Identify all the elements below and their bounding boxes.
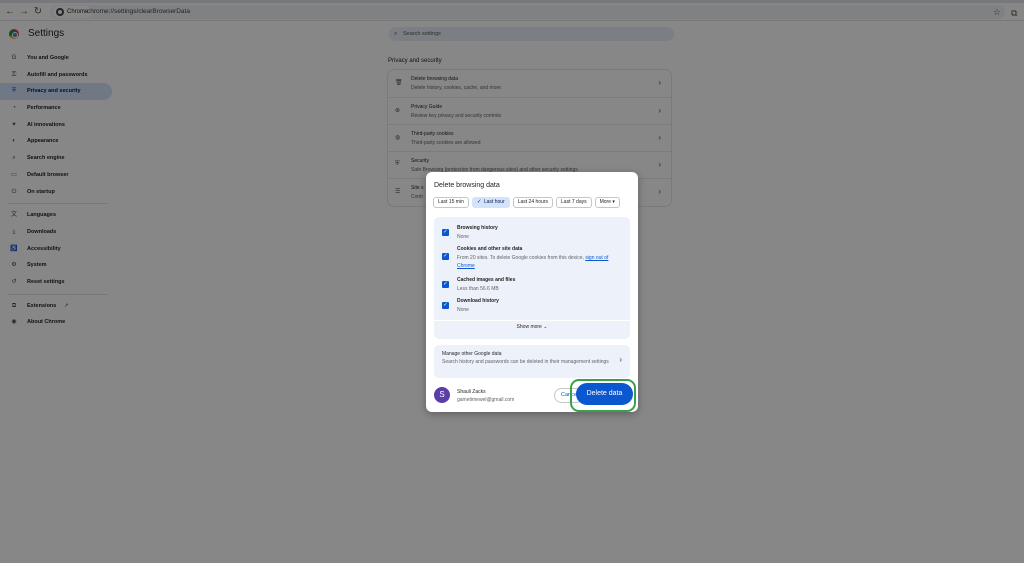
chevron-down-icon: ⌄ (543, 324, 548, 330)
chip-last-15-min[interactable]: Last 15 min (433, 197, 469, 208)
option-detail: None (457, 234, 469, 240)
checkbox-cookies[interactable]: ✓ (442, 253, 449, 260)
checkbox-download-history[interactable]: ✓ (442, 302, 449, 309)
bottom-strip (0, 563, 1024, 576)
time-range-chips: Last 15 min ✓ Last hour Last 24 hours La… (433, 197, 620, 208)
user-email: gametimewel@gmail.com (457, 397, 515, 403)
options-divider (434, 320, 630, 321)
chevron-right-icon: › (619, 355, 622, 364)
option-detail-text: From 20 sites. To delete Google cookies … (457, 255, 584, 261)
check-icon: ✓ (476, 199, 482, 205)
option-title: Browsing history (457, 225, 498, 231)
chip-last-hour[interactable]: ✓ Last hour (471, 197, 510, 208)
dialog-title: Delete browsing data (434, 182, 500, 189)
chip-last-24-hours[interactable]: Last 24 hours (512, 197, 554, 208)
data-type-options: ✓ Browsing history None ✓ Cookies and ot… (434, 217, 630, 339)
chip-label: More (599, 199, 612, 205)
delete-data-button[interactable]: Delete data (576, 383, 633, 405)
checkbox-browsing-history[interactable]: ✓ (442, 229, 449, 236)
avatar: S (434, 387, 450, 403)
option-detail: None (457, 307, 469, 313)
checkbox-cached-images[interactable]: ✓ (442, 281, 449, 288)
chip-more[interactable]: More ▾ (594, 197, 620, 208)
chip-last-7-days[interactable]: Last 7 days (556, 197, 592, 208)
show-more-button[interactable]: Show more ⌄ (434, 324, 630, 330)
manage-title: Manage other Google data (442, 351, 502, 357)
delete-browsing-data-dialog: Delete browsing data Last 15 min ✓ Last … (426, 172, 638, 412)
manage-google-data-row[interactable]: Manage other Google data Search history … (434, 345, 630, 378)
option-detail: From 20 sites. To delete Google cookies … (457, 255, 625, 270)
option-title: Cached images and files (457, 277, 516, 283)
option-detail: Less than 56.6 MB (457, 286, 499, 292)
option-title: Download history (457, 298, 499, 304)
user-name: Shauli Zacks (457, 389, 486, 395)
show-more-label: Show more (516, 324, 542, 330)
chip-label: Last hour (483, 199, 505, 205)
caret-down-icon: ▾ (612, 199, 615, 205)
option-title: Cookies and other site data (457, 246, 523, 252)
manage-subtitle: Search history and passwords can be dele… (442, 359, 609, 365)
